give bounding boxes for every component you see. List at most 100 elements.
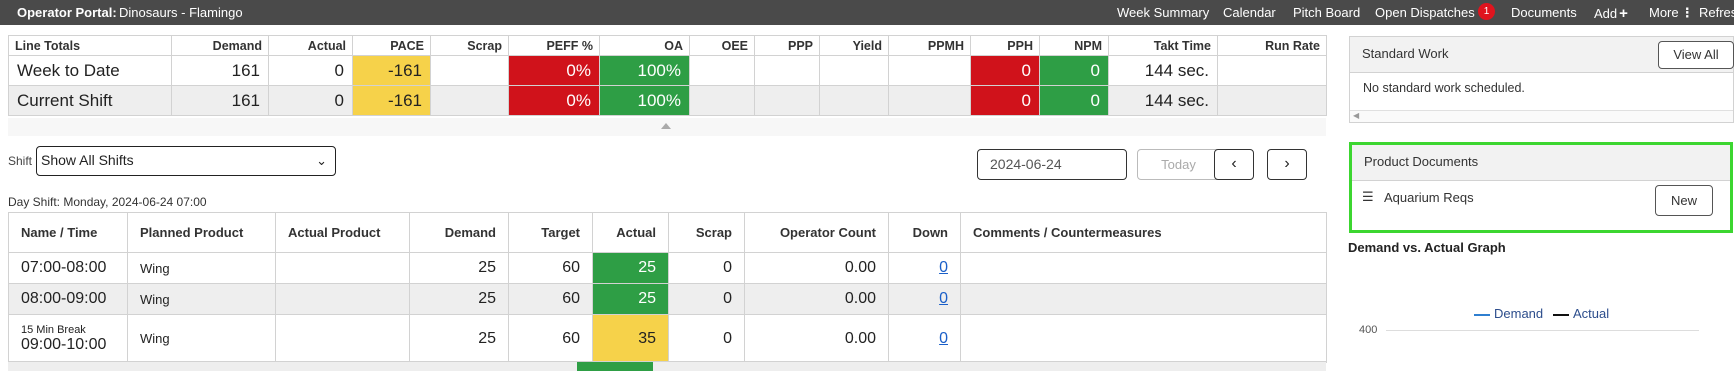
- pph-value: 0: [970, 85, 1040, 116]
- col-oee: OEE: [689, 35, 755, 56]
- legend-actual-label: Actual: [1573, 306, 1610, 321]
- actual-value[interactable]: 25: [592, 252, 669, 284]
- standard-work-panel: Standard Work View All No standard work …: [1349, 36, 1734, 123]
- actual-cell-partial: [577, 362, 653, 371]
- table-row-partial: [8, 361, 1326, 371]
- down-link[interactable]: 0: [939, 330, 948, 347]
- actual-value: 0: [268, 85, 353, 116]
- col-takt-time: Takt Time: [1108, 35, 1218, 56]
- oa-value: 100%: [599, 55, 690, 86]
- legend-actual[interactable]: Actual: [1553, 306, 1609, 321]
- pace-value: -161: [352, 85, 431, 116]
- planned-product: Wing: [127, 252, 276, 284]
- nav-pitch-board[interactable]: Pitch Board: [1293, 5, 1360, 20]
- new-document-button[interactable]: New: [1655, 185, 1713, 216]
- col-oa: OA: [599, 35, 690, 56]
- day-shift-label: Day Shift: Monday, 2024-06-24 07:00: [8, 195, 207, 209]
- operator-count[interactable]: 0.00: [744, 314, 889, 363]
- product-documents-panel: Product Documents ☰ Aquarium Reqs New: [1349, 142, 1733, 233]
- table-row: 15 Min Break 09:00-10:00 Wing 25 60 35 0…: [8, 314, 1327, 363]
- nav-documents[interactable]: Documents: [1511, 5, 1577, 20]
- nav-more[interactable]: More ⋮: [1649, 5, 1694, 21]
- col-scrap: Scrap: [430, 35, 509, 56]
- comments-cell[interactable]: [960, 252, 1327, 284]
- comments-cell[interactable]: [960, 283, 1327, 315]
- demand-value: 25: [409, 252, 509, 284]
- col-peff: PEFF %: [508, 35, 600, 56]
- chevron-left-icon: ‹: [1231, 155, 1237, 172]
- plus-icon: +: [1619, 5, 1628, 22]
- operator-count[interactable]: 0.00: [744, 252, 889, 284]
- nav-calendar[interactable]: Calendar: [1223, 5, 1276, 20]
- time-cell: 08:00-09:00: [8, 283, 128, 315]
- nav-add[interactable]: Add +: [1594, 5, 1628, 22]
- col-operator-count: Operator Count: [744, 212, 889, 253]
- col-actual: Actual: [592, 212, 669, 253]
- target-value: 60: [508, 252, 593, 284]
- hourly-table: Name / Time Planned Product Actual Produ…: [8, 212, 1327, 363]
- actual-value[interactable]: 25: [592, 283, 669, 315]
- col-run-rate: Run Rate: [1217, 35, 1327, 56]
- down-link[interactable]: 0: [939, 259, 948, 276]
- document-name[interactable]: Aquarium Reqs: [1384, 190, 1474, 205]
- next-day-button[interactable]: ›: [1267, 149, 1307, 180]
- col-pph: PPH: [970, 35, 1040, 56]
- target-value: 60: [508, 283, 593, 315]
- legend-demand-label: Demand: [1494, 306, 1544, 321]
- col-demand: Demand: [409, 212, 509, 253]
- shift-label: Shift: [8, 154, 33, 168]
- operator-count[interactable]: 0.00: [744, 283, 889, 315]
- today-button[interactable]: Today: [1137, 149, 1220, 180]
- view-all-button[interactable]: View All: [1658, 41, 1734, 69]
- prev-day-button[interactable]: ‹: [1214, 149, 1254, 180]
- row-label: Week to Date: [8, 55, 172, 86]
- scrap-value[interactable]: 0: [668, 314, 745, 363]
- col-name-time: Name / Time: [8, 212, 128, 253]
- product-documents-header: Product Documents: [1352, 145, 1730, 181]
- nav-refresh[interactable]: Refres: [1699, 5, 1734, 20]
- product-documents-title: Product Documents: [1364, 154, 1479, 169]
- shift-select-value: Show All Shifts: [41, 152, 134, 168]
- demand-value: 161: [171, 85, 269, 116]
- run-rate-value: [1217, 55, 1327, 86]
- y-tick-label: 400: [1359, 324, 1378, 336]
- actual-value[interactable]: 35: [592, 314, 669, 363]
- collapse-up-icon[interactable]: [661, 123, 671, 129]
- horizontal-scrollbar[interactable]: ◀: [1350, 110, 1733, 122]
- line-totals-header: Line Totals Demand Actual PACE Scrap PEF…: [8, 35, 1327, 56]
- table-row: 07:00-08:00 Wing 25 60 25 0 0.00 0: [8, 252, 1327, 284]
- graph-title: Demand vs. Actual Graph: [1348, 240, 1506, 255]
- top-nav-bar: Operator Portal: Dinosaurs - Flamingo We…: [0, 0, 1734, 25]
- actual-product[interactable]: [275, 252, 410, 284]
- shift-select[interactable]: Show All Shifts ⌄: [36, 146, 336, 176]
- yield-value: [819, 55, 889, 86]
- comments-cell[interactable]: [960, 314, 1327, 363]
- pph-value: 0: [970, 55, 1040, 86]
- nav-week-summary[interactable]: Week Summary: [1117, 5, 1209, 20]
- nav-more-label: More: [1649, 5, 1679, 20]
- scroll-left-icon[interactable]: ◀: [1353, 111, 1359, 120]
- col-ppp: PPP: [754, 35, 820, 56]
- col-npm: NPM: [1039, 35, 1109, 56]
- date-input[interactable]: 2024-06-24: [977, 149, 1127, 180]
- nav-open-dispatches[interactable]: Open Dispatches: [1375, 5, 1475, 20]
- col-comments: Comments / Countermeasures: [960, 212, 1327, 253]
- kebab-icon: ⋮: [1680, 5, 1694, 20]
- scrap-value[interactable]: 0: [668, 283, 745, 315]
- down-link[interactable]: 0: [939, 290, 948, 307]
- time-cell: 07:00-08:00: [8, 252, 128, 284]
- demand-value: 161: [171, 55, 269, 86]
- legend-actual-swatch: [1553, 313, 1569, 316]
- scrap-value[interactable]: 0: [668, 252, 745, 284]
- oee-value: [689, 55, 755, 86]
- chevron-right-icon: ›: [1284, 155, 1290, 172]
- document-item[interactable]: ☰ Aquarium Reqs New: [1352, 181, 1730, 230]
- row-label: Current Shift: [8, 85, 172, 116]
- actual-product[interactable]: [275, 283, 410, 315]
- actual-product[interactable]: [275, 314, 410, 363]
- portal-title: Operator Portal:: [17, 5, 117, 20]
- ppp-value: [754, 85, 820, 116]
- legend-demand[interactable]: Demand: [1474, 306, 1543, 321]
- dispatch-count-badge: 1: [1478, 3, 1495, 20]
- scrap-value: [430, 85, 509, 116]
